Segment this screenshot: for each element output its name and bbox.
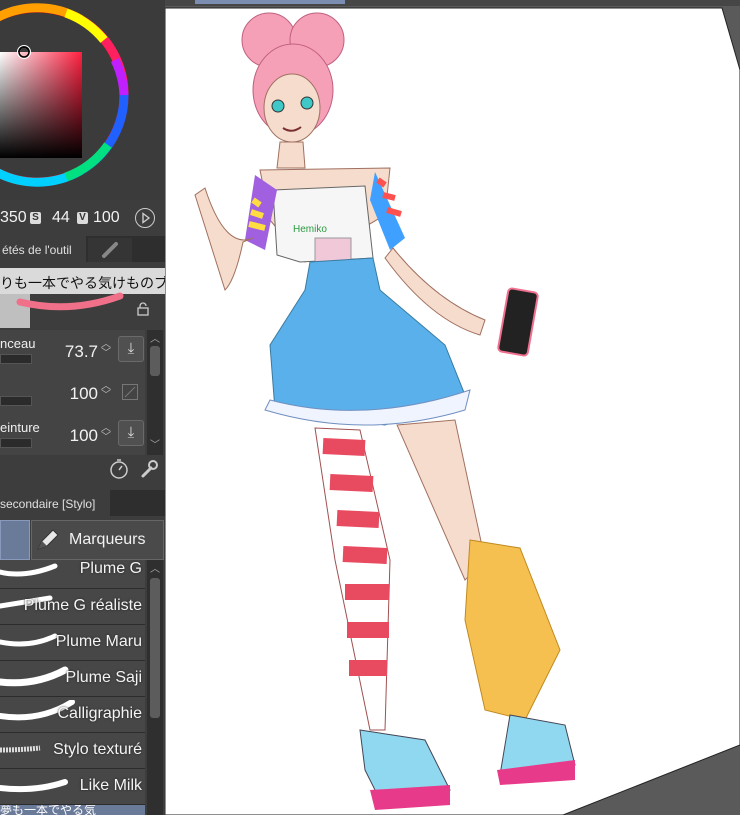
- stroke-preview: [0, 563, 58, 577]
- group-pen-button[interactable]: [0, 520, 30, 560]
- list-item[interactable]: Plume Maru: [0, 625, 145, 661]
- size-slider[interactable]: [0, 354, 32, 364]
- saturation-tag: S: [30, 212, 41, 224]
- lock-icon[interactable]: [136, 302, 150, 316]
- value-value[interactable]: 100: [93, 209, 120, 227]
- download-icon[interactable]: ⤓: [118, 420, 144, 446]
- brush-name: Plume G réaliste: [23, 597, 142, 614]
- brush-name: Plume Saji: [65, 669, 142, 686]
- properties-list: nceau 73.7 ︿ ﹀ ⤓ 100 ︿ ﹀ einture 100 ︿ ﹀ ⤓: [0, 330, 145, 455]
- paint-slider[interactable]: [0, 438, 32, 448]
- prop-value[interactable]: 100: [50, 426, 98, 446]
- brush-stroke-preview: [0, 292, 124, 328]
- saturation-value[interactable]: 44: [52, 209, 70, 227]
- prop-label: nceau: [0, 336, 36, 351]
- color-wheel[interactable]: [0, 0, 165, 200]
- brush-name: 夢も一本でやる気: [0, 805, 97, 815]
- scroll-thumb[interactable]: [150, 578, 160, 718]
- hue-value[interactable]: 350: [0, 209, 27, 227]
- canvas-area[interactable]: Hemiko: [165, 0, 740, 815]
- left-panel: 350 S 44 V 100 étés de l'outil りも一本でやる気け…: [0, 0, 165, 815]
- properties-scrollbar[interactable]: ︿ ﹀: [147, 330, 163, 455]
- stroke-preview: [0, 779, 68, 793]
- subtool-group-row: Marqueurs: [0, 518, 165, 560]
- download-icon[interactable]: ⤓: [118, 336, 144, 362]
- scroll-thumb[interactable]: [150, 346, 160, 376]
- list-item-selected[interactable]: 夢も一本でやる気: [0, 805, 145, 815]
- tab-subtool-label: secondaire [Stylo]: [0, 497, 96, 511]
- brush-name: Like Milk: [79, 777, 142, 794]
- tab-subtool[interactable]: secondaire [Stylo]: [0, 490, 110, 516]
- timer-icon[interactable]: [108, 458, 130, 485]
- stroke-preview: [0, 666, 69, 687]
- stepper-icon[interactable]: ︿ ﹀: [101, 340, 111, 359]
- brush-preview: りも一本でやる気けものブラシ: [0, 262, 165, 328]
- stroke-preview: [0, 633, 58, 647]
- prop-value[interactable]: 73.7: [50, 342, 98, 362]
- prop-label: einture: [0, 420, 40, 435]
- group-markers-button[interactable]: Marqueurs: [31, 520, 164, 560]
- brush-name: Plume G: [79, 560, 142, 577]
- stepper-icon[interactable]: ︿ ﹀: [101, 382, 111, 401]
- wrench-icon[interactable]: [138, 458, 160, 485]
- list-item[interactable]: Like Milk: [0, 769, 145, 805]
- shirt-logo: Hemiko: [293, 224, 327, 235]
- list-item[interactable]: Plume Saji: [0, 661, 145, 697]
- tab-brush-size[interactable]: [88, 238, 132, 262]
- opacity-slider[interactable]: [0, 396, 32, 406]
- brush-name: Calligraphie: [57, 705, 143, 722]
- list-item[interactable]: Stylo texturé: [0, 733, 145, 769]
- list-item[interactable]: Plume G réaliste: [0, 589, 145, 625]
- brush-list-scrollbar[interactable]: ︿: [147, 560, 163, 815]
- stroke-preview: [0, 745, 41, 753]
- property-tools-row: [0, 455, 165, 483]
- play-icon[interactable]: [135, 208, 155, 228]
- tab-tool-property[interactable]: étés de l'outil: [0, 236, 86, 262]
- list-item[interactable]: Plume G: [0, 560, 145, 589]
- artwork[interactable]: Hemiko: [165, 0, 740, 815]
- value-tag: V: [77, 212, 88, 224]
- scroll-up-icon[interactable]: ︿: [150, 330, 160, 345]
- prop-row-size[interactable]: nceau 73.7 ︿ ﹀ ⤓: [0, 330, 145, 370]
- scroll-down-icon[interactable]: ﹀: [150, 436, 160, 451]
- brush-name: Plume Maru: [55, 633, 142, 650]
- tool-property-tabbar: étés de l'outil: [0, 236, 165, 262]
- brush-name: Stylo texturé: [53, 741, 142, 758]
- list-item[interactable]: Calligraphie: [0, 697, 145, 733]
- group-markers-label: Marqueurs: [69, 531, 146, 548]
- color-wheel-area: [0, 0, 165, 200]
- marker-icon: [35, 528, 61, 557]
- scroll-up-icon[interactable]: ︿: [150, 560, 160, 575]
- hsv-readout: 350 S 44 V 100: [0, 207, 165, 231]
- pressure-icon[interactable]: [122, 384, 138, 400]
- prop-row-opacity[interactable]: 100 ︿ ﹀: [0, 372, 145, 412]
- prop-row-paint[interactable]: einture 100 ︿ ﹀ ⤓: [0, 414, 145, 454]
- subtool-tabbar: secondaire [Stylo]: [0, 490, 165, 516]
- brush-list: Plume G Plume G réaliste Plume Maru Plum…: [0, 560, 145, 815]
- prop-value[interactable]: 100: [50, 384, 98, 404]
- stepper-icon[interactable]: ︿ ﹀: [101, 424, 111, 443]
- tab-tool-property-label: étés de l'outil: [2, 243, 72, 257]
